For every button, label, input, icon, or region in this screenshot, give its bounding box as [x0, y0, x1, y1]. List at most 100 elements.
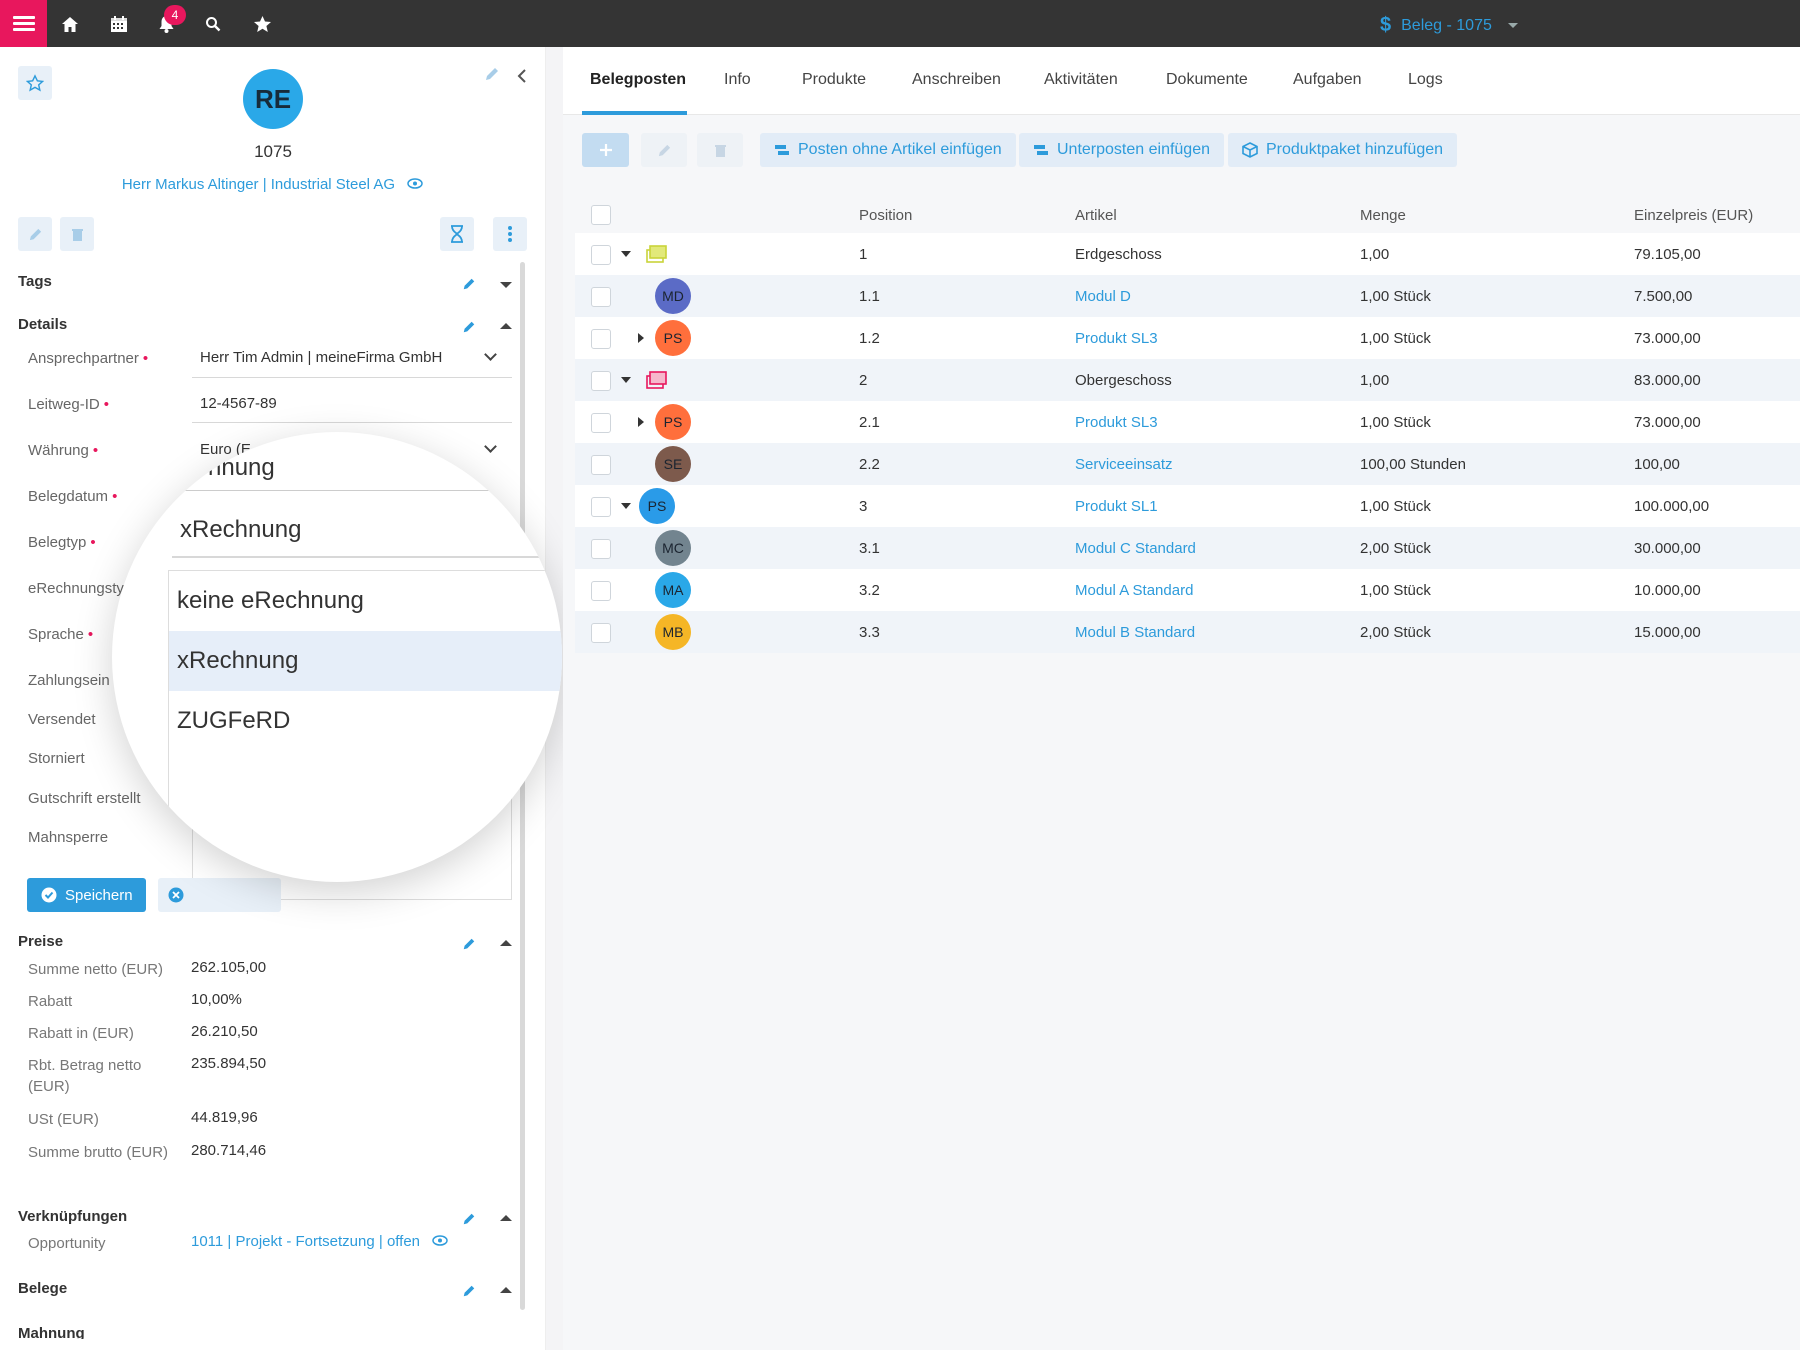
row-checkbox[interactable]	[591, 413, 611, 433]
row-checkbox[interactable]	[591, 497, 611, 517]
add-position-button[interactable]	[582, 133, 629, 167]
table-row[interactable]: SE 2.2 Serviceeinsatz 100,00 Stunden 100…	[575, 443, 1800, 485]
more-options-button[interactable]	[493, 217, 527, 251]
collapse-preise-icon[interactable]	[500, 940, 512, 946]
cell-artikel-link[interactable]: Serviceeinsatz	[1075, 456, 1173, 473]
collapse-verknuepfungen-icon[interactable]	[500, 1215, 512, 1221]
posten-ohne-artikel-button[interactable]: Posten ohne Artikel einfügen	[760, 133, 1016, 167]
collapse-row-icon[interactable]	[621, 377, 631, 383]
section-title-verknuepfungen[interactable]: Verknüpfungen	[18, 1208, 127, 1225]
menu-button[interactable]	[0, 0, 47, 47]
table-row[interactable]: 2 Obergeschoss 1,00 83.000,00	[575, 359, 1800, 401]
row-checkbox[interactable]	[591, 539, 611, 559]
section-title-belege[interactable]: Belege	[18, 1280, 67, 1297]
cell-artikel-link[interactable]: Produkt SL3	[1075, 330, 1158, 347]
cell-artikel-link[interactable]: Produkt SL1	[1075, 498, 1158, 515]
save-button[interactable]: Speichern	[27, 878, 146, 912]
select-all-checkbox[interactable]	[591, 205, 611, 225]
tab-aktivitaeten[interactable]: Aktivitäten	[1044, 71, 1118, 89]
tab-logs[interactable]: Logs	[1408, 71, 1443, 89]
tab-anschreiben[interactable]: Anschreiben	[912, 71, 1001, 89]
row-checkbox[interactable]	[591, 455, 611, 475]
collapse-belege-icon[interactable]	[500, 1287, 512, 1293]
column-header-position[interactable]: Position	[859, 207, 912, 224]
table-row[interactable]: MC 3.1 Modul C Standard 2,00 Stück 30.00…	[575, 527, 1800, 569]
opportunity-label: Opportunity	[28, 1235, 106, 1252]
column-header-einzelpreis[interactable]: Einzelpreis (EUR)	[1634, 207, 1753, 224]
row-checkbox[interactable]	[591, 287, 611, 307]
cell-artikel-link[interactable]: Produkt SL3	[1075, 414, 1158, 431]
table-row[interactable]: PS 2.1 Produkt SL3 1,00 Stück 73.000,00	[575, 401, 1800, 443]
tab-aufgaben[interactable]: Aufgaben	[1293, 71, 1362, 89]
cell-artikel-link[interactable]: Modul A Standard	[1075, 582, 1193, 599]
delete-button[interactable]	[60, 217, 94, 251]
leitweg-id-input[interactable]: 12-4567-89	[200, 395, 277, 412]
star-icon[interactable]	[250, 12, 274, 36]
erechnungstyp-select[interactable]: xRechnung	[180, 516, 301, 544]
cell-einzelpreis: 100.000,00	[1634, 498, 1710, 515]
row-checkbox[interactable]	[591, 245, 611, 265]
collapse-row-icon[interactable]	[621, 251, 631, 257]
dropdown-option[interactable]: ZUGFeRD	[169, 691, 562, 751]
edit-button[interactable]	[18, 217, 52, 251]
eye-icon[interactable]	[407, 178, 423, 189]
tab-dokumente[interactable]: Dokumente	[1166, 71, 1248, 89]
collapse-row-icon[interactable]	[621, 503, 631, 509]
top-bar: 4 $ Beleg - 1075	[0, 0, 1800, 47]
cell-artikel-link[interactable]: Modul B Standard	[1075, 624, 1195, 641]
dropdown-option-selected[interactable]: xRechnung	[169, 631, 562, 691]
search-icon[interactable]	[201, 12, 225, 36]
eye-icon[interactable]	[432, 1235, 448, 1246]
table-row[interactable]: MA 3.2 Modul A Standard 1,00 Stück 10.00…	[575, 569, 1800, 611]
row-checkbox[interactable]	[591, 623, 611, 643]
table-row[interactable]: MB 3.3 Modul B Standard 2,00 Stück 15.00…	[575, 611, 1800, 653]
section-title-mahnung[interactable]: Mahnung	[18, 1325, 85, 1339]
section-title-tags[interactable]: Tags	[18, 273, 52, 290]
table-row[interactable]: PS 1.2 Produkt SL3 1,00 Stück 73.000,00	[575, 317, 1800, 359]
produktpaket-button[interactable]: Produktpaket hinzufügen	[1228, 133, 1458, 167]
record-title-menu[interactable]: $ Beleg - 1075	[1380, 14, 1518, 37]
preise-value: 26.210,50	[191, 1023, 258, 1040]
table-row[interactable]: PS 3 Produkt SL1 1,00 Stück 100.000,00	[575, 485, 1800, 527]
dropdown-option[interactable]: keine eRechnung	[169, 571, 562, 631]
column-header-menge[interactable]: Menge	[1360, 207, 1406, 224]
edit-verknuepfungen-icon[interactable]	[462, 1212, 476, 1230]
edit-belege-icon[interactable]	[462, 1284, 476, 1302]
row-checkbox[interactable]	[591, 329, 611, 349]
timer-button[interactable]	[440, 217, 474, 251]
expand-tags-icon[interactable]	[500, 282, 512, 288]
tab-info[interactable]: Info	[724, 71, 751, 89]
section-title-details[interactable]: Details	[18, 316, 67, 333]
cancel-button[interactable]	[158, 878, 281, 912]
edit-details-icon[interactable]	[462, 320, 476, 338]
pencil-icon	[658, 144, 670, 156]
edit-position-button[interactable]	[641, 133, 687, 167]
expand-row-icon[interactable]	[638, 333, 644, 343]
ansprechpartner-select[interactable]: Herr Tim Admin | meineFirma GmbH	[200, 349, 442, 366]
cell-position: 3.2	[859, 582, 880, 599]
collapse-panel-icon[interactable]	[516, 68, 528, 88]
tab-belegposten[interactable]: Belegposten	[590, 71, 686, 89]
table-row[interactable]: 1 Erdgeschoss 1,00 79.105,00	[575, 233, 1800, 275]
opportunity-link[interactable]: 1011 | Projekt - Fortsetzung | offen	[191, 1233, 448, 1250]
tab-produkte[interactable]: Produkte	[802, 71, 866, 89]
unterposten-button[interactable]: Unterposten einfügen	[1019, 133, 1224, 167]
delete-position-button[interactable]	[697, 133, 743, 167]
row-checkbox[interactable]	[591, 371, 611, 391]
home-icon[interactable]	[58, 12, 82, 36]
expand-row-icon[interactable]	[638, 417, 644, 427]
cell-artikel-link[interactable]: Modul D	[1075, 288, 1131, 305]
edit-tags-icon[interactable]	[462, 277, 476, 295]
calendar-icon[interactable]	[107, 12, 131, 36]
section-title-preise[interactable]: Preise	[18, 933, 63, 950]
column-header-artikel[interactable]: Artikel	[1075, 207, 1117, 224]
edit-preise-icon[interactable]	[462, 937, 476, 955]
collapse-details-icon[interactable]	[500, 323, 512, 329]
table-row[interactable]: MD 1.1 Modul D 1,00 Stück 7.500,00	[575, 275, 1800, 317]
cell-position: 3	[859, 498, 868, 515]
edit-header-icon[interactable]	[484, 66, 500, 86]
cell-artikel-link[interactable]: Modul C Standard	[1075, 540, 1196, 557]
favorite-button[interactable]	[18, 66, 52, 100]
row-checkbox[interactable]	[591, 581, 611, 601]
contact-link[interactable]: Herr Markus Altinger | Industrial Steel …	[0, 176, 545, 193]
